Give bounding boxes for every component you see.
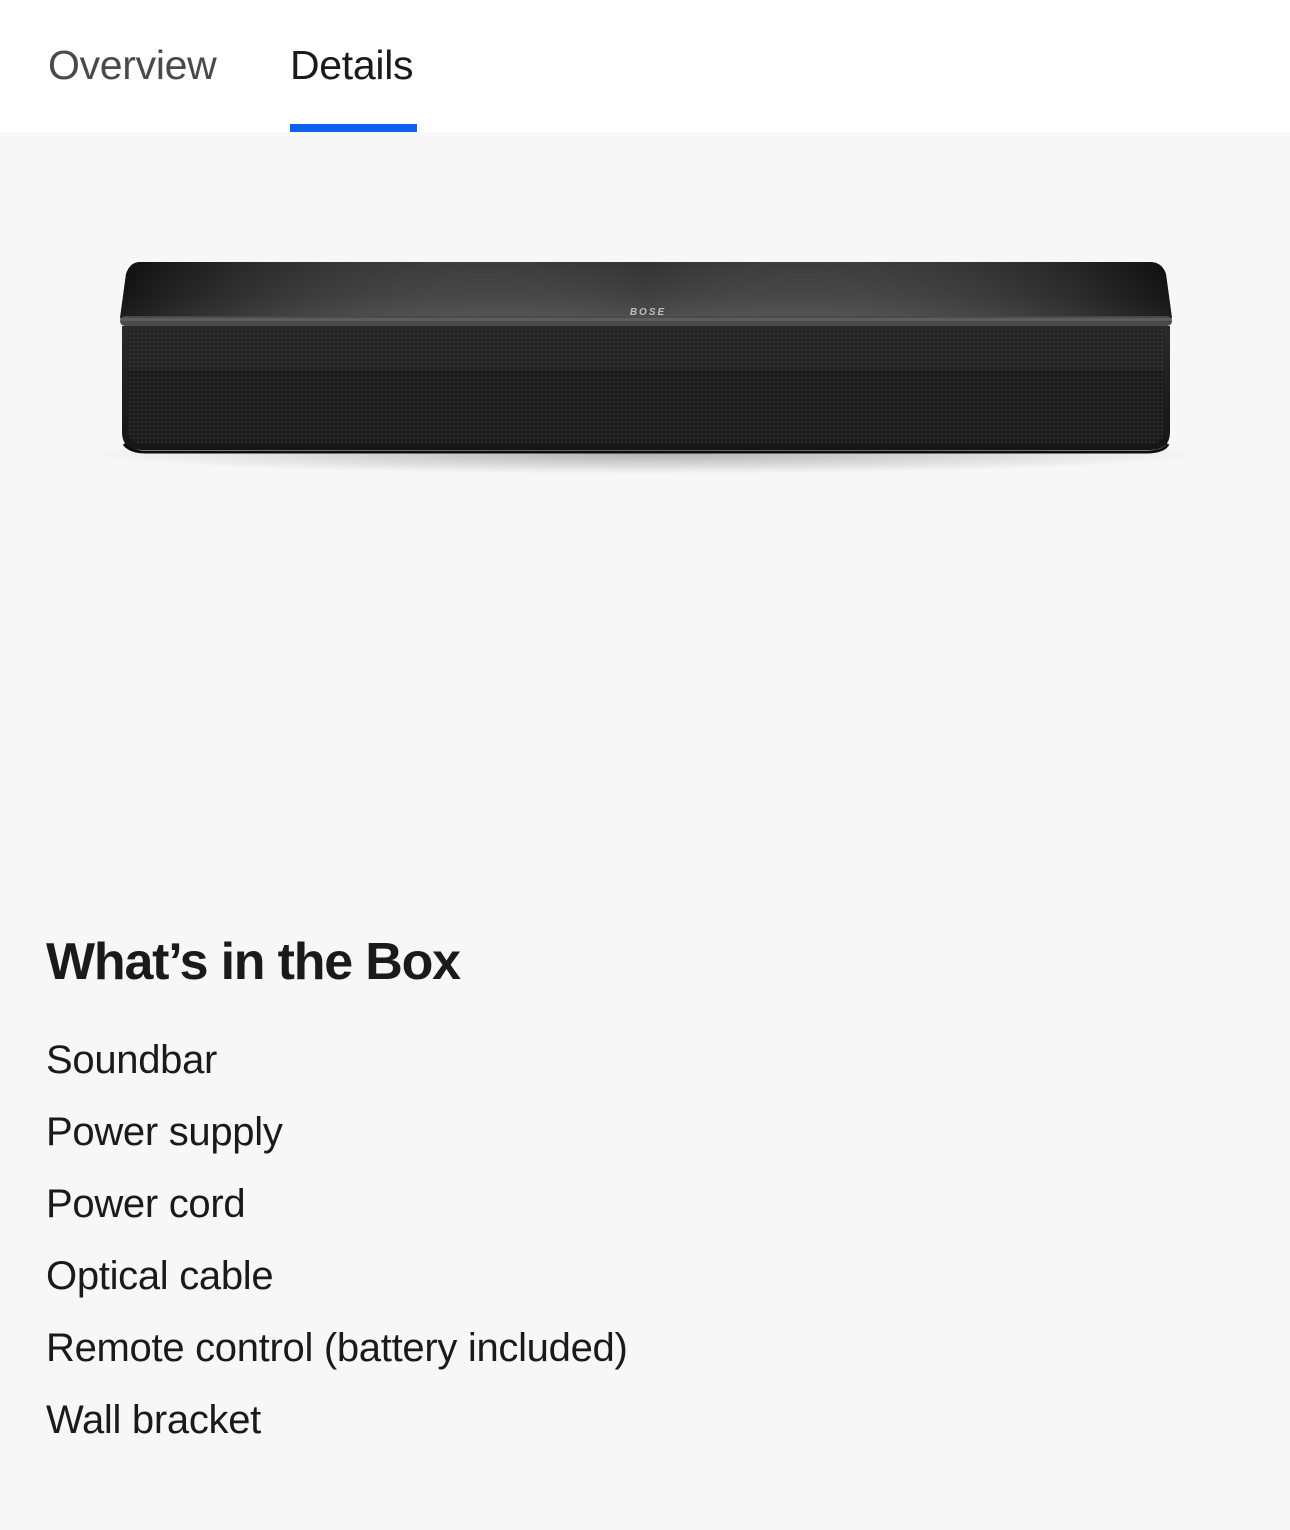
soundbar-product-image: BOSE bbox=[86, 262, 1206, 474]
list-item: Power supply bbox=[46, 1110, 283, 1154]
tab-bar: Overview Details bbox=[0, 0, 1290, 132]
list-item: Wall bracket bbox=[46, 1398, 261, 1442]
active-tab-indicator bbox=[290, 124, 417, 132]
tab-overview-label: Overview bbox=[48, 41, 217, 88]
box-contents-list: Soundbar Power supply Power cord Optical… bbox=[46, 1034, 628, 1466]
product-image-area: BOSE bbox=[0, 132, 1290, 892]
tab-overview[interactable]: Overview bbox=[48, 0, 217, 132]
list-item: Remote control (battery included) bbox=[46, 1326, 628, 1370]
list-item: Soundbar bbox=[46, 1038, 218, 1082]
list-item: Optical cable bbox=[46, 1254, 274, 1298]
tab-details[interactable]: Details bbox=[290, 0, 414, 132]
brand-logo-text: BOSE bbox=[630, 307, 666, 318]
list-item: Power cord bbox=[46, 1182, 246, 1226]
section-title: What’s in the Box bbox=[46, 933, 461, 991]
tab-details-label: Details bbox=[290, 41, 414, 88]
